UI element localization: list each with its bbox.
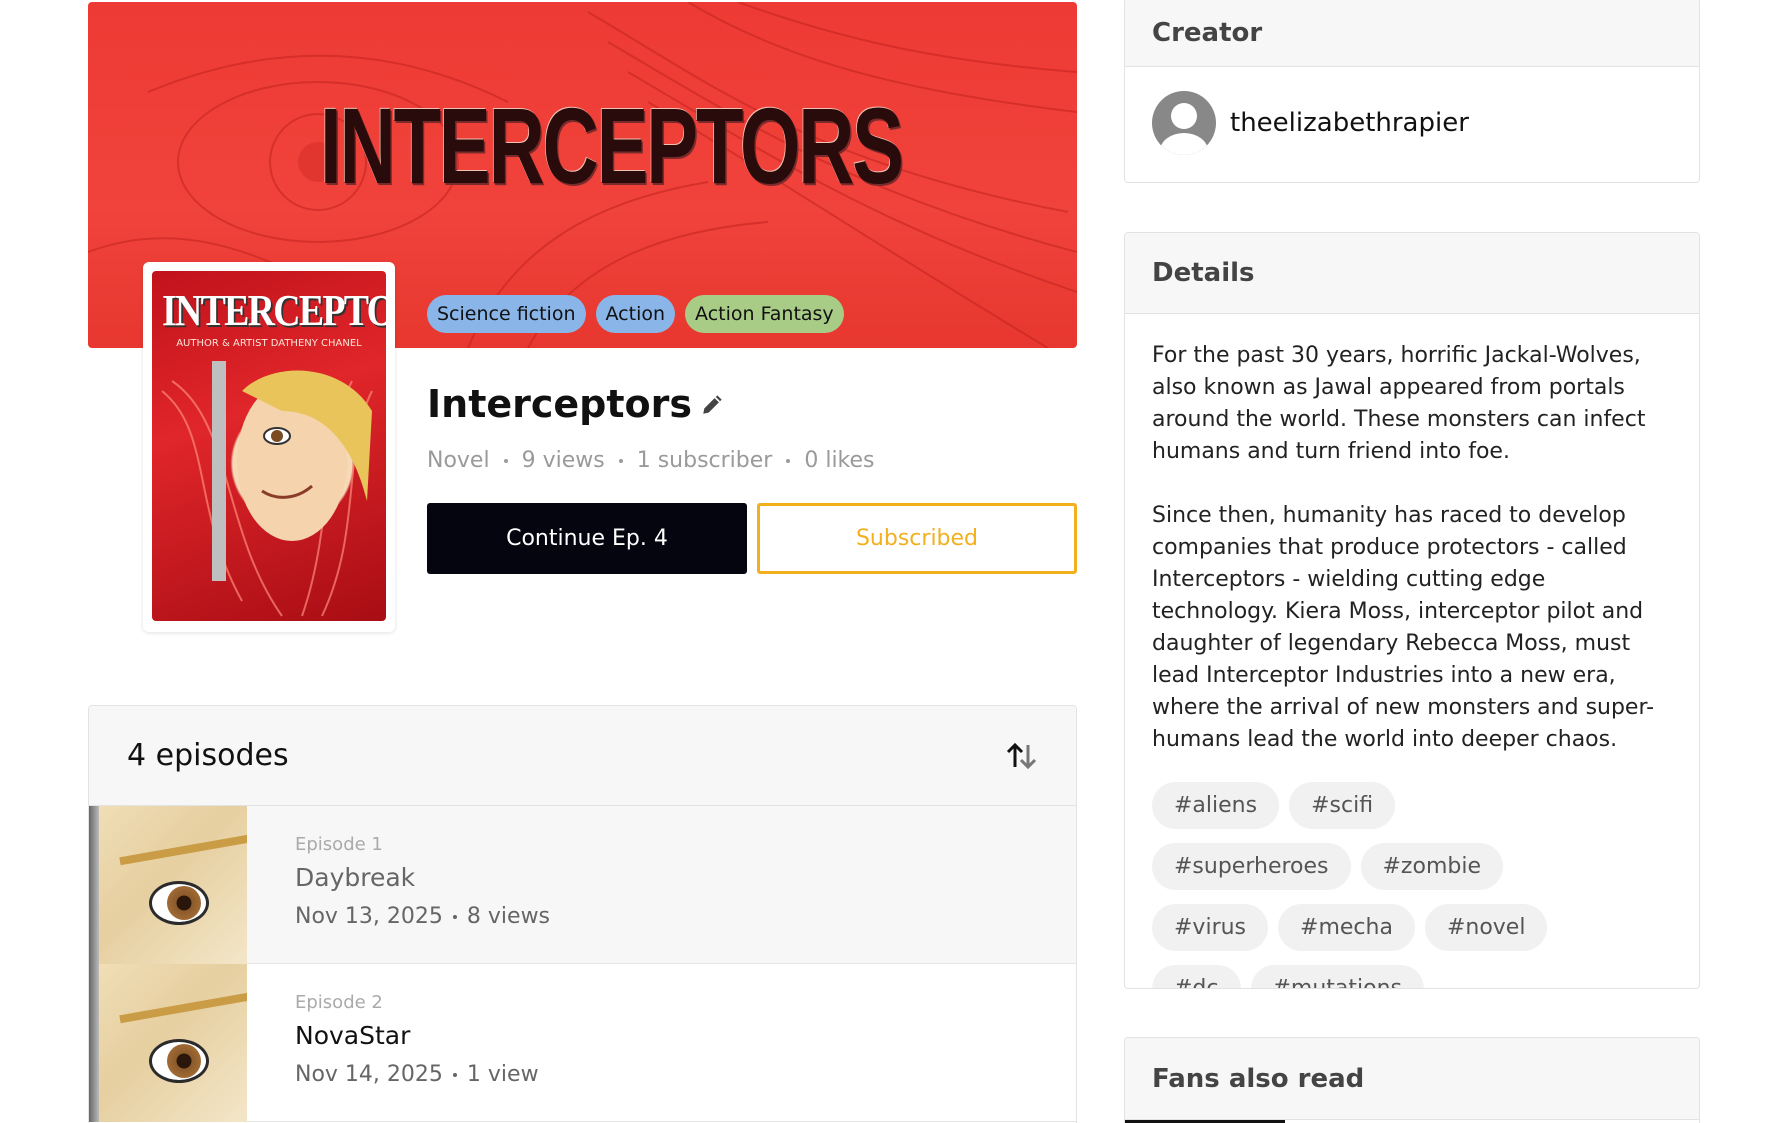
sort-icon[interactable] bbox=[1004, 739, 1038, 773]
episode-meta: Nov 13, 2025 8 views bbox=[295, 904, 550, 929]
subscriber-count: 1 subscriber bbox=[636, 448, 773, 473]
series-type: Novel bbox=[427, 448, 490, 473]
views-count: 9 views bbox=[521, 448, 605, 473]
creator-heading: Creator bbox=[1125, 0, 1699, 67]
description-paragraph: Since then, humanity has raced to develo… bbox=[1152, 503, 1655, 752]
series-stats: Novel 9 views 1 subscriber 0 likes bbox=[427, 448, 875, 473]
separator-dot bbox=[452, 1072, 457, 1077]
hashtag[interactable]: #superheroes bbox=[1152, 843, 1351, 890]
episode-count: 4 episodes bbox=[127, 738, 289, 773]
episode-list-header: 4 episodes bbox=[89, 706, 1076, 806]
hashtag[interactable]: #mecha bbox=[1278, 904, 1415, 951]
continue-episode-button[interactable]: Continue Ep. 4 bbox=[427, 503, 747, 574]
hashtag-list: #aliens #scifi #superheroes #zombie #vir… bbox=[1125, 782, 1585, 988]
cover-frame: INTERCEPTORS AUTHOR & ARTIST DATHENY CHA… bbox=[143, 262, 395, 632]
hashtag[interactable]: #dc bbox=[1152, 965, 1241, 988]
creator-panel: Creator theelizabethrapier bbox=[1124, 0, 1700, 183]
episode-row[interactable]: Episode 2 NovaStar Nov 14, 2025 1 view bbox=[89, 964, 1076, 1122]
cover-credit: AUTHOR & ARTIST DATHENY CHANEL bbox=[176, 338, 362, 349]
separator-dot bbox=[786, 458, 791, 463]
fans-also-read-panel: Fans also read bbox=[1124, 1037, 1700, 1123]
series-title: Interceptors bbox=[427, 382, 692, 426]
banner-title: INTERCEPTORS bbox=[320, 85, 904, 206]
separator-dot bbox=[618, 458, 623, 463]
episode-date: Nov 14, 2025 bbox=[295, 1062, 443, 1087]
episode-meta: Nov 14, 2025 1 view bbox=[295, 1062, 539, 1087]
genre-tag-action[interactable]: Action bbox=[595, 295, 676, 333]
episode-thumbnail bbox=[89, 964, 247, 1122]
cover-image: INTERCEPTORS AUTHOR & ARTIST DATHENY CHA… bbox=[152, 271, 386, 621]
hashtag[interactable]: #aliens bbox=[1152, 782, 1280, 829]
hashtag[interactable]: #zombie bbox=[1360, 843, 1503, 890]
details-panel: Details For the past 30 years, horrific … bbox=[1124, 232, 1700, 989]
creator-name[interactable]: theelizabethrapier bbox=[1230, 108, 1469, 138]
avatar[interactable] bbox=[1152, 91, 1216, 155]
description-paragraph: For the past 30 years, horrific Jackal-W… bbox=[1152, 343, 1646, 464]
separator-dot bbox=[452, 914, 457, 919]
episode-info: Episode 1 Daybreak Nov 13, 2025 8 views bbox=[247, 806, 550, 963]
episode-number: Episode 1 bbox=[295, 834, 383, 855]
hashtag[interactable]: #virus bbox=[1152, 904, 1269, 951]
genre-tag-science-fiction[interactable]: Science fiction bbox=[427, 295, 586, 333]
episode-thumbnail bbox=[89, 806, 247, 964]
genre-tag-action-fantasy[interactable]: Action Fantasy bbox=[685, 295, 844, 333]
separator-dot bbox=[503, 458, 508, 463]
episode-row[interactable]: Episode 1 Daybreak Nov 13, 2025 8 views bbox=[89, 806, 1076, 964]
episode-info: Episode 2 NovaStar Nov 14, 2025 1 view bbox=[247, 964, 539, 1121]
fans-also-read-heading: Fans also read bbox=[1125, 1038, 1699, 1120]
cover-title: INTERCEPTORS bbox=[162, 286, 386, 335]
details-heading: Details bbox=[1125, 233, 1699, 314]
hashtag[interactable]: #novel bbox=[1424, 904, 1548, 951]
hashtag[interactable]: #scifi bbox=[1289, 782, 1396, 829]
episode-list: 4 episodes Episode 1 Daybreak Nov 13, 20… bbox=[88, 705, 1077, 1123]
episode-date: Nov 13, 2025 bbox=[295, 904, 443, 929]
series-title-row: Interceptors bbox=[427, 382, 726, 426]
series-description: For the past 30 years, horrific Jackal-W… bbox=[1125, 314, 1699, 756]
episode-title: Daybreak bbox=[295, 863, 416, 892]
episode-number: Episode 2 bbox=[295, 992, 383, 1013]
pencil-icon[interactable] bbox=[700, 391, 726, 417]
subscribed-button[interactable]: Subscribed bbox=[757, 503, 1077, 574]
genre-tags: Science fiction Action Action Fantasy bbox=[427, 295, 844, 333]
episode-views: 1 view bbox=[466, 1062, 539, 1087]
likes-count: 0 likes bbox=[804, 448, 875, 473]
creator-profile-link[interactable]: theelizabethrapier bbox=[1125, 67, 1699, 179]
hashtag[interactable]: #mutations bbox=[1250, 965, 1425, 988]
episode-views: 8 views bbox=[466, 904, 551, 929]
episode-title: NovaStar bbox=[295, 1021, 411, 1050]
